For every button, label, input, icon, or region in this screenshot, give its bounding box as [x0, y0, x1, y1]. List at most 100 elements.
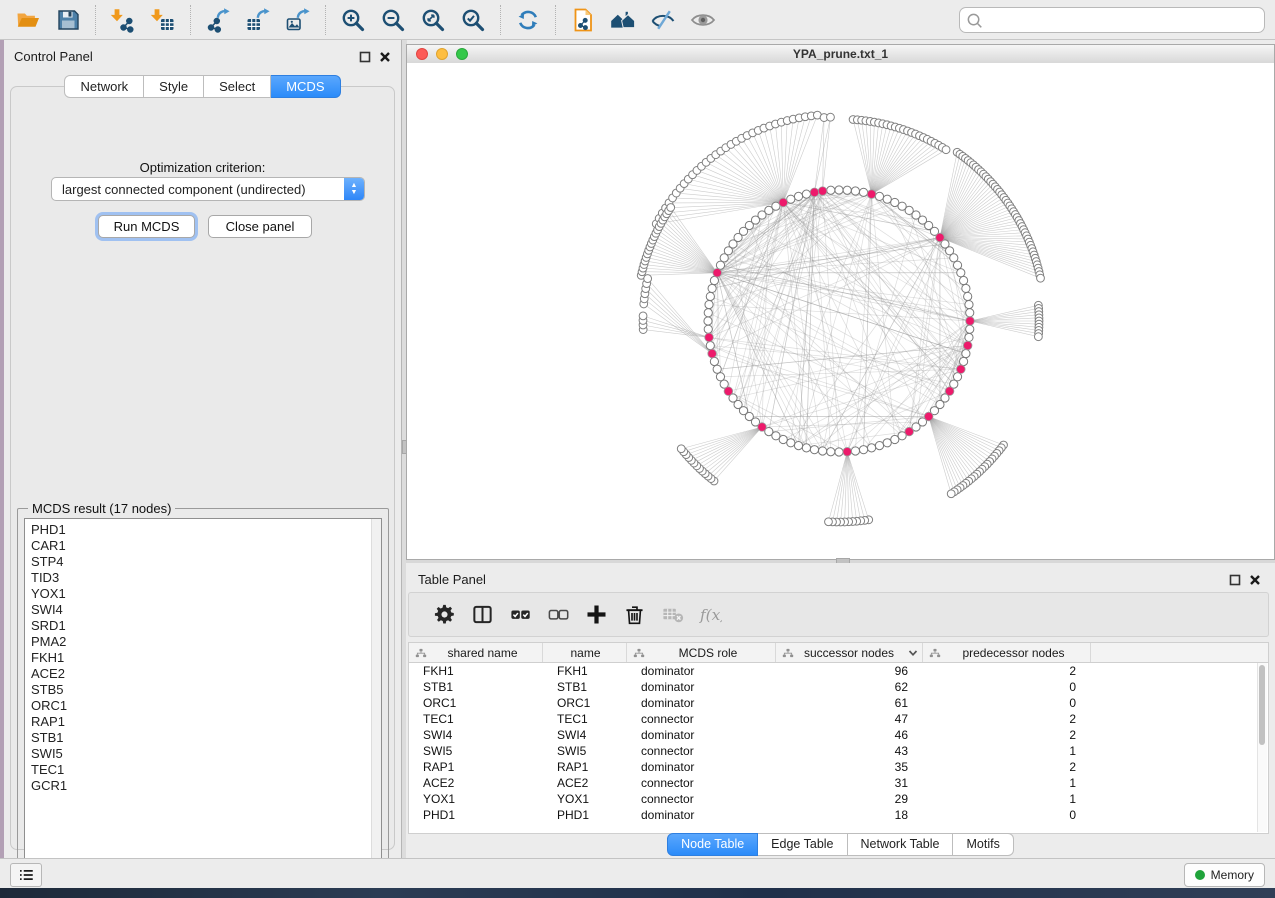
table-body: FKH1FKH1dominator962STB1STB1dominator620…: [409, 663, 1268, 823]
zoom-fit-button[interactable]: [413, 4, 453, 36]
mcds-result-item[interactable]: STB5: [31, 682, 381, 698]
tab-select[interactable]: Select: [204, 75, 271, 98]
zoom-in-button[interactable]: [333, 4, 373, 36]
mcds-result-item[interactable]: SRD1: [31, 618, 381, 634]
mcds-result-list[interactable]: PHD1CAR1STP4TID3YOX1SWI4SRD1PMA2FKH1ACE2…: [24, 518, 382, 872]
close-panel-icon[interactable]: [378, 50, 391, 63]
eye-icon: [690, 7, 716, 33]
result-list-scrollbar[interactable]: [371, 519, 381, 871]
table-row[interactable]: SWI5SWI5connector431: [409, 743, 1268, 759]
close-panel-button[interactable]: Close panel: [208, 215, 312, 238]
column-header-shared-name[interactable]: shared name: [409, 643, 543, 662]
mcds-result-item[interactable]: STB1: [31, 730, 381, 746]
export-table-button[interactable]: [238, 4, 278, 36]
eye-button[interactable]: [683, 4, 723, 36]
table-row[interactable]: PHD1PHD1dominator180: [409, 807, 1268, 823]
task-history-button[interactable]: [10, 863, 42, 887]
select-all-checkboxes-button[interactable]: [501, 600, 539, 630]
table-toolbar: f(x): [408, 592, 1269, 637]
table-row[interactable]: ACE2ACE2connector311: [409, 775, 1268, 791]
delete-row-button[interactable]: [615, 600, 653, 630]
import-table-button[interactable]: [143, 4, 183, 36]
save-session-button[interactable]: [48, 4, 88, 36]
scrollbar-thumb[interactable]: [1259, 665, 1265, 745]
tab-style[interactable]: Style: [144, 75, 204, 98]
memory-button-label: Memory: [1211, 868, 1254, 882]
table-scrollbar[interactable]: [1257, 663, 1267, 832]
table-row[interactable]: STB1STB1dominator620: [409, 679, 1268, 695]
document-network-button[interactable]: [563, 4, 603, 36]
close-panel-icon[interactable]: [1248, 573, 1261, 586]
table-cell: 43: [776, 743, 923, 759]
node-table: shared namenameMCDS rolesuccessor nodes p…: [408, 642, 1269, 834]
desktop-wallpaper-strip: [0, 888, 1275, 898]
search-input[interactable]: [987, 12, 1258, 28]
table-row[interactable]: YOX1YOX1connector291: [409, 791, 1268, 807]
search-box[interactable]: [959, 7, 1265, 33]
column-header-predecessor-nodes[interactable]: predecessor nodes: [923, 643, 1091, 662]
mcds-result-item[interactable]: STP4: [31, 554, 381, 570]
table-row[interactable]: RAP1RAP1dominator352: [409, 759, 1268, 775]
mcds-result-item[interactable]: TID3: [31, 570, 381, 586]
tab-network-table[interactable]: Network Table: [848, 833, 954, 856]
import-network-button[interactable]: [103, 4, 143, 36]
network-view[interactable]: [407, 63, 1274, 559]
mcds-result-item[interactable]: RAP1: [31, 714, 381, 730]
table-row[interactable]: FKH1FKH1dominator962: [409, 663, 1268, 679]
zoom-out-button[interactable]: [373, 4, 413, 36]
open-file-button[interactable]: [8, 4, 48, 36]
mcds-result-item[interactable]: GCR1: [31, 778, 381, 794]
mcds-result-item[interactable]: PMA2: [31, 634, 381, 650]
houses-button[interactable]: [603, 4, 643, 36]
eye-slash-button[interactable]: [643, 4, 683, 36]
table-cell: RAP1: [409, 759, 543, 775]
mcds-result-item[interactable]: ORC1: [31, 698, 381, 714]
mcds-result-item[interactable]: FKH1: [31, 650, 381, 666]
optimization-criterion-select[interactable]: largest connected component (undirected)…: [51, 177, 365, 201]
float-panel-icon[interactable]: [1228, 573, 1241, 586]
zoom-selected-button[interactable]: [453, 4, 493, 36]
refresh-layout-button[interactable]: [508, 4, 548, 36]
delete-table-button[interactable]: [653, 600, 691, 630]
column-header-MCDS-role[interactable]: MCDS role: [627, 643, 776, 662]
column-header-name[interactable]: name: [543, 643, 627, 662]
equation-fx-button[interactable]: f(x): [691, 600, 729, 630]
mcds-result-item[interactable]: ACE2: [31, 666, 381, 682]
tab-edge-table[interactable]: Edge Table: [758, 833, 847, 856]
mcds-result-item[interactable]: TEC1: [31, 762, 381, 778]
table-cell: connector: [627, 711, 776, 727]
table-row[interactable]: ORC1ORC1dominator610: [409, 695, 1268, 711]
mcds-result-item[interactable]: SWI5: [31, 746, 381, 762]
mcds-tab-panel: Optimization criterion: largest connecte…: [10, 86, 395, 850]
table-row[interactable]: TEC1TEC1connector472: [409, 711, 1268, 727]
tab-motifs[interactable]: Motifs: [953, 833, 1013, 856]
selected-criterion: largest connected component (undirected): [52, 182, 344, 197]
document-network-icon: [570, 7, 596, 33]
network-column-icon: [929, 647, 941, 659]
memory-button[interactable]: Memory: [1184, 863, 1265, 887]
export-network-button[interactable]: [198, 4, 238, 36]
select-all-checkboxes-icon: [509, 603, 532, 626]
column-label: predecessor nodes: [941, 646, 1090, 660]
column-header-successor-nodes[interactable]: successor nodes: [776, 643, 923, 662]
export-image-button[interactable]: [278, 4, 318, 36]
optimization-criterion-label: Optimization criterion:: [11, 160, 394, 175]
tab-mcds[interactable]: MCDS: [271, 75, 340, 98]
float-panel-icon[interactable]: [358, 50, 371, 63]
mcds-result-item[interactable]: YOX1: [31, 586, 381, 602]
application-window: Control Panel Optimization criterion: la…: [0, 0, 1275, 898]
add-row-button[interactable]: [577, 600, 615, 630]
network-window-titlebar[interactable]: YPA_prune.txt_1: [407, 45, 1274, 64]
show-columns-button[interactable]: [463, 600, 501, 630]
table-row[interactable]: SWI4SWI4dominator462: [409, 727, 1268, 743]
tab-network[interactable]: Network: [64, 75, 144, 98]
unselect-all-checkboxes-button[interactable]: [539, 600, 577, 630]
table-cell: 0: [923, 807, 1091, 823]
mcds-result-item[interactable]: PHD1: [31, 522, 381, 538]
mcds-result-item[interactable]: CAR1: [31, 538, 381, 554]
run-mcds-button[interactable]: Run MCDS: [98, 215, 195, 238]
settings-gear-button[interactable]: [425, 600, 463, 630]
mcds-result-item[interactable]: SWI4: [31, 602, 381, 618]
tab-node-table[interactable]: Node Table: [667, 833, 758, 856]
sort-desc-icon: [908, 649, 918, 657]
